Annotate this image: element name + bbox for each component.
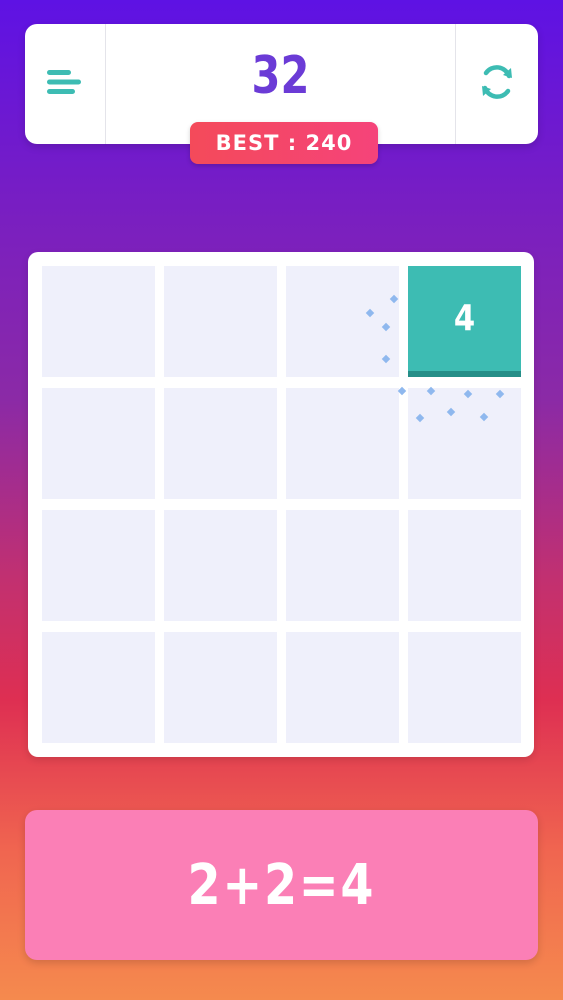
- formula-panel: 2+2=4: [25, 810, 538, 960]
- sparkle-particle: [397, 386, 407, 396]
- board-cell: [164, 388, 277, 499]
- formula-text: 2+2=4: [187, 852, 376, 918]
- board-cell: [408, 510, 521, 621]
- board-cell: [286, 510, 399, 621]
- board-cell: [408, 388, 521, 499]
- board-cell: [408, 632, 521, 743]
- board-cell: [42, 510, 155, 621]
- board-cell: [42, 266, 155, 377]
- number-tile: 4: [408, 266, 521, 377]
- tile-value: 4: [453, 298, 476, 339]
- board-cell: [286, 632, 399, 743]
- board-cell: [42, 632, 155, 743]
- board-cell: [286, 388, 399, 499]
- score-value: 32: [251, 46, 310, 106]
- divider-left: [105, 24, 106, 144]
- restart-button[interactable]: [456, 24, 538, 144]
- board-cell: [42, 388, 155, 499]
- menu-button[interactable]: [25, 24, 105, 144]
- board-cell: [286, 266, 399, 377]
- game-board[interactable]: 4: [28, 252, 534, 757]
- refresh-icon: [477, 62, 517, 106]
- board-cell: [164, 266, 277, 377]
- board-cell: [164, 632, 277, 743]
- board-cell: [164, 510, 277, 621]
- best-score-badge: BEST : 240: [190, 122, 378, 164]
- menu-icon: [45, 66, 85, 102]
